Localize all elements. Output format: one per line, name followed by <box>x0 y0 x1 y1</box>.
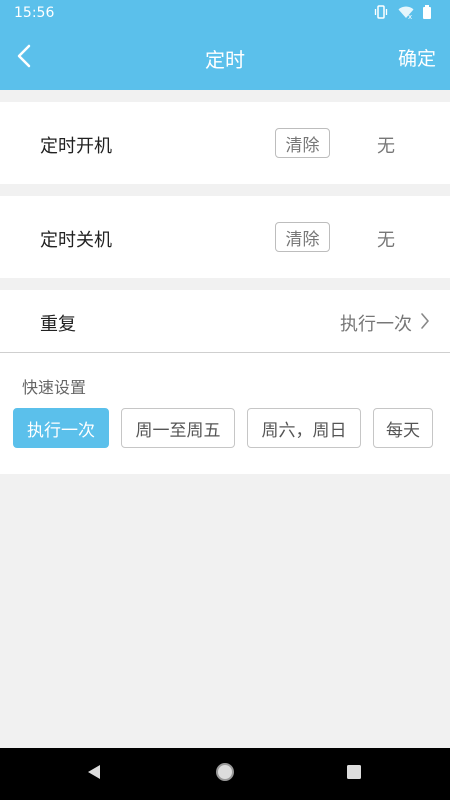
battery-icon <box>422 5 436 19</box>
nav-back-button[interactable] <box>82 762 106 786</box>
svg-text:x: x <box>408 13 412 19</box>
quick-option-weekdays[interactable]: 周一至周五 <box>121 408 235 448</box>
system-nav-bar <box>0 748 450 800</box>
repeat-value: 执行一次 <box>340 314 412 335</box>
quick-option-daily[interactable]: 每天 <box>373 408 433 448</box>
repeat-label: 重复 <box>40 314 76 335</box>
nav-home-button[interactable] <box>213 762 237 786</box>
quick-option-once[interactable]: 执行一次 <box>13 408 109 448</box>
timer-off-row[interactable]: 定时关机 清除 无 <box>0 196 450 278</box>
status-icons: x <box>374 5 436 21</box>
home-circle-icon <box>214 761 236 787</box>
divider <box>0 352 450 353</box>
status-time: 15:56 <box>14 5 55 21</box>
header: 15:56 x 定时 确定 <box>0 0 450 90</box>
timer-off-label: 定时关机 <box>40 230 112 251</box>
chevron-right-icon <box>420 312 430 334</box>
page-title: 定时 <box>205 48 245 72</box>
back-triangle-icon <box>85 763 103 785</box>
repeat-row[interactable]: 重复 执行一次 <box>0 290 450 352</box>
timer-on-clear-button[interactable]: 清除 <box>275 128 330 158</box>
quick-option-weekend[interactable]: 周六，周日 <box>247 408 361 448</box>
recents-square-icon <box>345 763 363 785</box>
status-bar: 15:56 x <box>0 0 450 26</box>
timer-on-row[interactable]: 定时开机 清除 无 <box>0 102 450 184</box>
quick-settings-label: 快速设置 <box>22 378 87 397</box>
nav-recents-button[interactable] <box>342 762 366 786</box>
wifi-icon: x <box>398 5 414 21</box>
timer-off-value: 无 <box>377 230 395 251</box>
app-bar: 定时 确定 <box>0 26 450 90</box>
timer-on-label: 定时开机 <box>40 136 112 157</box>
confirm-button[interactable]: 确定 <box>398 44 436 71</box>
timer-off-clear-button[interactable]: 清除 <box>275 222 330 252</box>
vibrate-icon <box>374 5 388 19</box>
timer-on-value: 无 <box>377 136 395 157</box>
